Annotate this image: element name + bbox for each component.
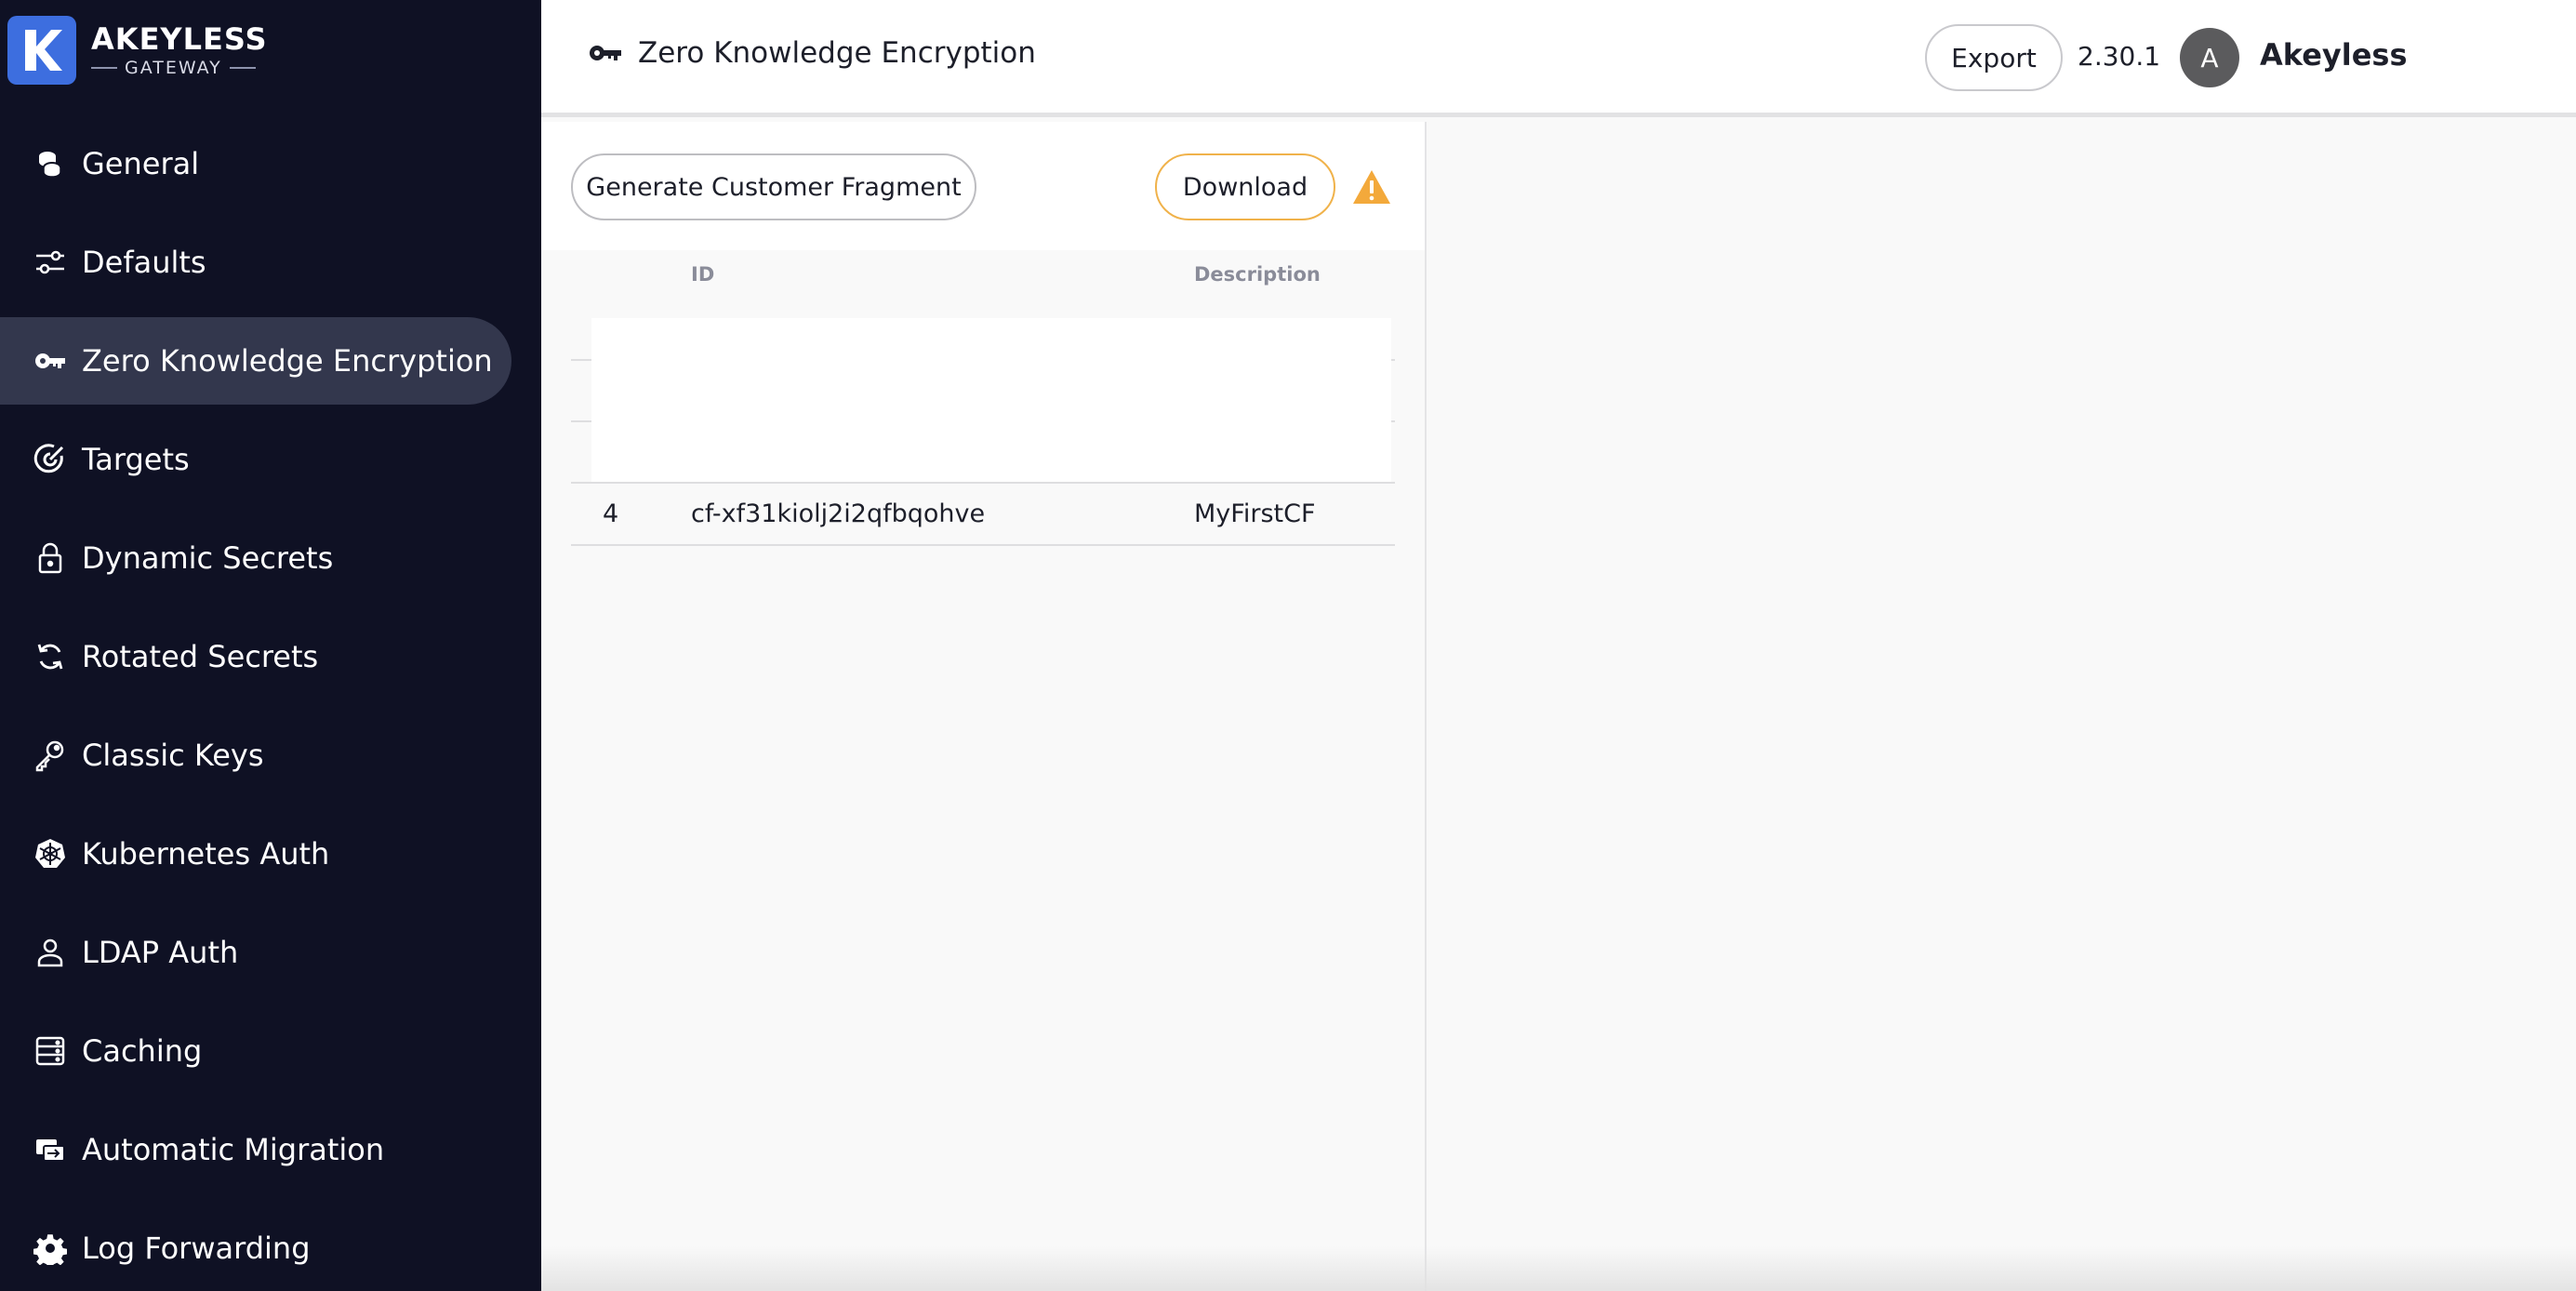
akeyless-logo-icon — [7, 16, 76, 85]
coins-icon — [33, 147, 67, 180]
table-row[interactable]: 4 cf-xf31kiolj2i2qfbqohve MyFirstCF — [571, 484, 1395, 545]
key-icon — [590, 46, 621, 60]
download-button[interactable]: Download — [1155, 153, 1335, 220]
sidebar-item-rotated-secrets[interactable]: Rotated Secrets — [0, 613, 511, 700]
row-index: 4 — [603, 499, 619, 528]
customer-fragments-panel: Generate Customer Fragment Download — [541, 122, 1427, 1291]
sidebar-item-log-forwarding[interactable]: Log Forwarding — [0, 1204, 511, 1291]
sidebar-item-targets[interactable]: Targets — [0, 416, 511, 503]
brand-sub: GATEWAY — [125, 58, 222, 78]
avatar[interactable]: A — [2180, 28, 2239, 87]
sidebar-item-label: Targets — [82, 442, 190, 477]
sidebar-item-automatic-migration[interactable]: Automatic Migration — [0, 1106, 511, 1193]
empty-table-rows — [591, 318, 1391, 482]
kubernetes-icon — [33, 837, 67, 871]
sidebar-item-dynamic-secrets[interactable]: Dynamic Secrets — [0, 514, 511, 602]
sidebar-item-label: Dynamic Secrets — [82, 540, 334, 576]
username[interactable]: Akeyless — [2260, 37, 2408, 73]
sliders-icon — [33, 246, 67, 279]
panel-toolbar: Generate Customer Fragment Download — [541, 122, 1425, 250]
sidebar-item-label: LDAP Auth — [82, 935, 239, 970]
column-header-id[interactable]: ID — [691, 263, 714, 286]
detail-area — [1427, 122, 2576, 1291]
brand[interactable]: AKEYLESS GATEWAY — [7, 16, 268, 85]
version-label: 2.30.1 — [2078, 41, 2161, 72]
gear-icon — [33, 1231, 67, 1265]
page-title-text: Zero Knowledge Encryption — [638, 36, 1036, 70]
column-header-description[interactable]: Description — [1194, 263, 1321, 286]
sidebar-item-kubernetes-auth[interactable]: Kubernetes Auth — [0, 810, 511, 898]
sidebar-item-label: Defaults — [82, 245, 206, 280]
sidebar-item-caching[interactable]: Caching — [0, 1007, 511, 1095]
rotate-icon — [33, 640, 67, 673]
sidebar-item-label: Automatic Migration — [82, 1132, 385, 1167]
sidebar-item-classic-keys[interactable]: Classic Keys — [0, 712, 511, 799]
top-header: Zero Knowledge Encryption Export 2.30.1 … — [541, 0, 2576, 117]
row-description: MyFirstCF — [1194, 499, 1316, 528]
sidebar-item-general[interactable]: General — [0, 120, 511, 207]
sidebar-item-label: Caching — [82, 1033, 203, 1069]
row-id: cf-xf31kiolj2i2qfbqohve — [691, 499, 986, 528]
sidebar-item-label: Log Forwarding — [82, 1231, 311, 1266]
sidebar-item-label: Kubernetes Auth — [82, 836, 330, 872]
page-title: Zero Knowledge Encryption — [588, 35, 1036, 71]
lock-icon — [33, 541, 67, 575]
sidebar-item-label: General — [82, 146, 200, 181]
brand-name: AKEYLESS — [91, 21, 268, 57]
key-icon — [33, 344, 67, 378]
sidebar-item-zero-knowledge-encryption[interactable]: Zero Knowledge Encryption — [0, 317, 511, 405]
sidebar-item-ldap-auth[interactable]: LDAP Auth — [0, 909, 511, 996]
server-icon — [33, 1034, 67, 1068]
warning-icon[interactable] — [1352, 168, 1391, 206]
generate-customer-fragment-button[interactable]: Generate Customer Fragment — [571, 153, 976, 220]
user-icon — [33, 936, 67, 969]
sidebar-item-defaults[interactable]: Defaults — [0, 219, 511, 306]
export-button[interactable]: Export — [1925, 24, 2063, 91]
sidebar: AKEYLESS GATEWAY General Defaults Zero K… — [0, 0, 541, 1291]
sidebar-item-label: Zero Knowledge Encryption — [82, 343, 493, 379]
classic-key-icon — [33, 739, 67, 772]
migration-icon — [33, 1133, 67, 1166]
sidebar-item-label: Rotated Secrets — [82, 639, 319, 674]
target-icon — [33, 443, 67, 476]
bottom-shadow — [541, 1246, 2576, 1291]
sidebar-item-label: Classic Keys — [82, 738, 264, 773]
row-divider — [571, 544, 1395, 546]
